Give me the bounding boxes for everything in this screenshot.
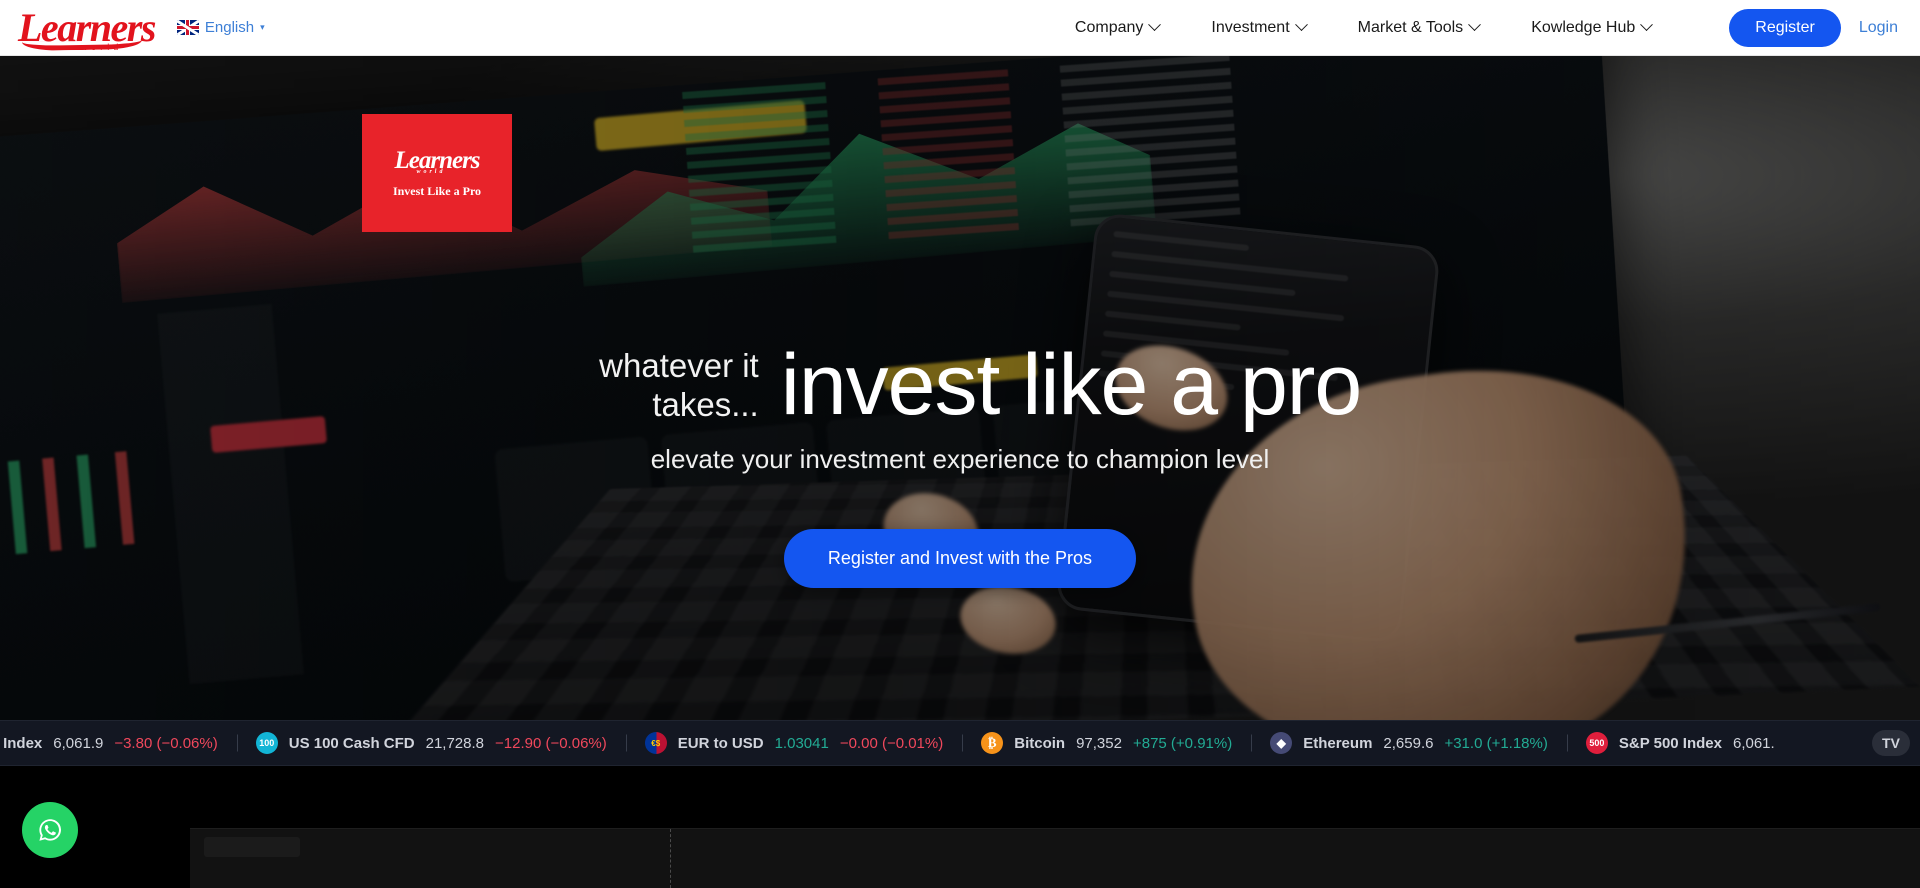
ticker-track: 500 P 500 Index 6,061.9 −3.80 (−0.06%) 1… [0,732,1794,754]
chevron-down-icon [1294,18,1308,32]
ticker-change: +31.0 (+1.18%) [1444,734,1548,752]
ticker-price: 97,352 [1076,734,1122,752]
nav-item-investment[interactable]: Investment [1211,18,1308,37]
sp500-icon: 500 [1585,732,1608,754]
hero-logo-name: Learners world [394,148,480,175]
ethereum-icon: ◆ [1270,732,1293,754]
nav-label: Kowledge Hub [1531,18,1636,36]
hero-title: invest like a pro [780,337,1363,433]
language-selector[interactable]: English ▾ [176,19,265,36]
language-label: English [204,19,255,36]
ticker-item[interactable]: 500 P 500 Index 6,061.9 −3.80 (−0.06%) [0,732,237,754]
ticker-item[interactable]: €$ EUR to USD 1.03041 −0.00 (−0.01%) [626,732,962,754]
ticker-symbol: Ethereum [1303,734,1373,752]
nav-item-company[interactable]: Company [1074,18,1162,37]
nav-item-market-and-tools[interactable]: Market & Tools [1357,18,1482,37]
ticker-item[interactable]: 500 S&P 500 Index 6,061. [1567,732,1794,754]
ticker-item[interactable]: ◆ Ethereum 2,659.6 +31.0 (+1.18%) [1251,732,1567,754]
brand-logo-mark: Learners world [18,7,156,52]
ticker-symbol: EUR to USD [677,734,764,752]
ticker-price: 1.03041 [774,734,829,752]
ticker-change: −0.00 (−0.01%) [839,734,944,752]
us100-icon: 100 [255,732,278,754]
hero-text-block: whatever it takes... invest like a pro e… [0,337,1920,588]
ticker-price: 6,061.9 [53,734,104,752]
ticker-change: −3.80 (−0.06%) [114,734,218,752]
whatsapp-icon [39,819,61,841]
hero-kicker: whatever it takes... [599,346,759,423]
below-fold-area [0,766,1920,888]
ticker-price: 21,728.8 [425,734,484,752]
uk-flag-icon [176,20,199,35]
ticker-symbol: S&P 500 Index [1618,734,1722,752]
nav-label: Market & Tools [1357,18,1464,36]
eurusd-icon: €$ [644,732,667,754]
login-link[interactable]: Login [1859,19,1898,37]
ticker-change: +875 (+0.91%) [1132,734,1233,752]
ticker-symbol: Bitcoin [1014,734,1066,752]
nav-item-knowledge-hub[interactable]: Kowledge Hub [1531,18,1654,37]
panel-chip [204,837,300,857]
market-ticker-bar[interactable]: 500 P 500 Index 6,061.9 −3.80 (−0.06%) 1… [0,720,1920,766]
chevron-down-icon [1468,18,1482,32]
tradingview-badge-icon[interactable]: TV [1872,730,1910,756]
chevron-down-icon: ▾ [260,22,265,32]
auth-actions: Register Login [1729,8,1898,47]
hero-logo-tagline: Invest Like a Pro [392,183,482,198]
chevron-down-icon [1640,18,1654,32]
hero-subtitle: elevate your investment experience to ch… [650,443,1270,474]
brand-logo[interactable]: Learners world [18,0,156,56]
chevron-down-icon [1148,18,1162,32]
main-navigation: Company Investment Market & Tools Kowled… [1074,18,1654,37]
hero-cta-button[interactable]: Register and Invest with the Pros [783,528,1137,588]
panel-divider [670,829,671,888]
site-header: Learners world English ▾ Company Investm… [0,0,1920,56]
ticker-symbol: P 500 Index [0,734,43,752]
next-section-panel [190,828,1920,888]
ticker-item[interactable]: 100 US 100 Cash CFD 21,728.8 −12.90 (−0.… [237,732,626,754]
ticker-item[interactable]: ₿ Bitcoin 97,352 +875 (+0.91%) [962,732,1251,754]
register-button[interactable]: Register [1729,8,1841,47]
ticker-price: 6,061. [1732,734,1775,752]
hero-logo-card: Learners world Invest Like a Pro [362,114,512,232]
ticker-price: 2,659.6 [1383,734,1434,752]
ticker-symbol: US 100 Cash CFD [288,734,415,752]
hero-section: Learners world Invest Like a Pro whateve… [0,56,1920,720]
nav-label: Company [1074,18,1144,36]
ticker-change: −12.90 (−0.06%) [495,734,607,752]
whatsapp-float-button[interactable] [22,802,78,858]
nav-label: Investment [1211,18,1290,36]
bitcoin-icon: ₿ [981,732,1004,754]
